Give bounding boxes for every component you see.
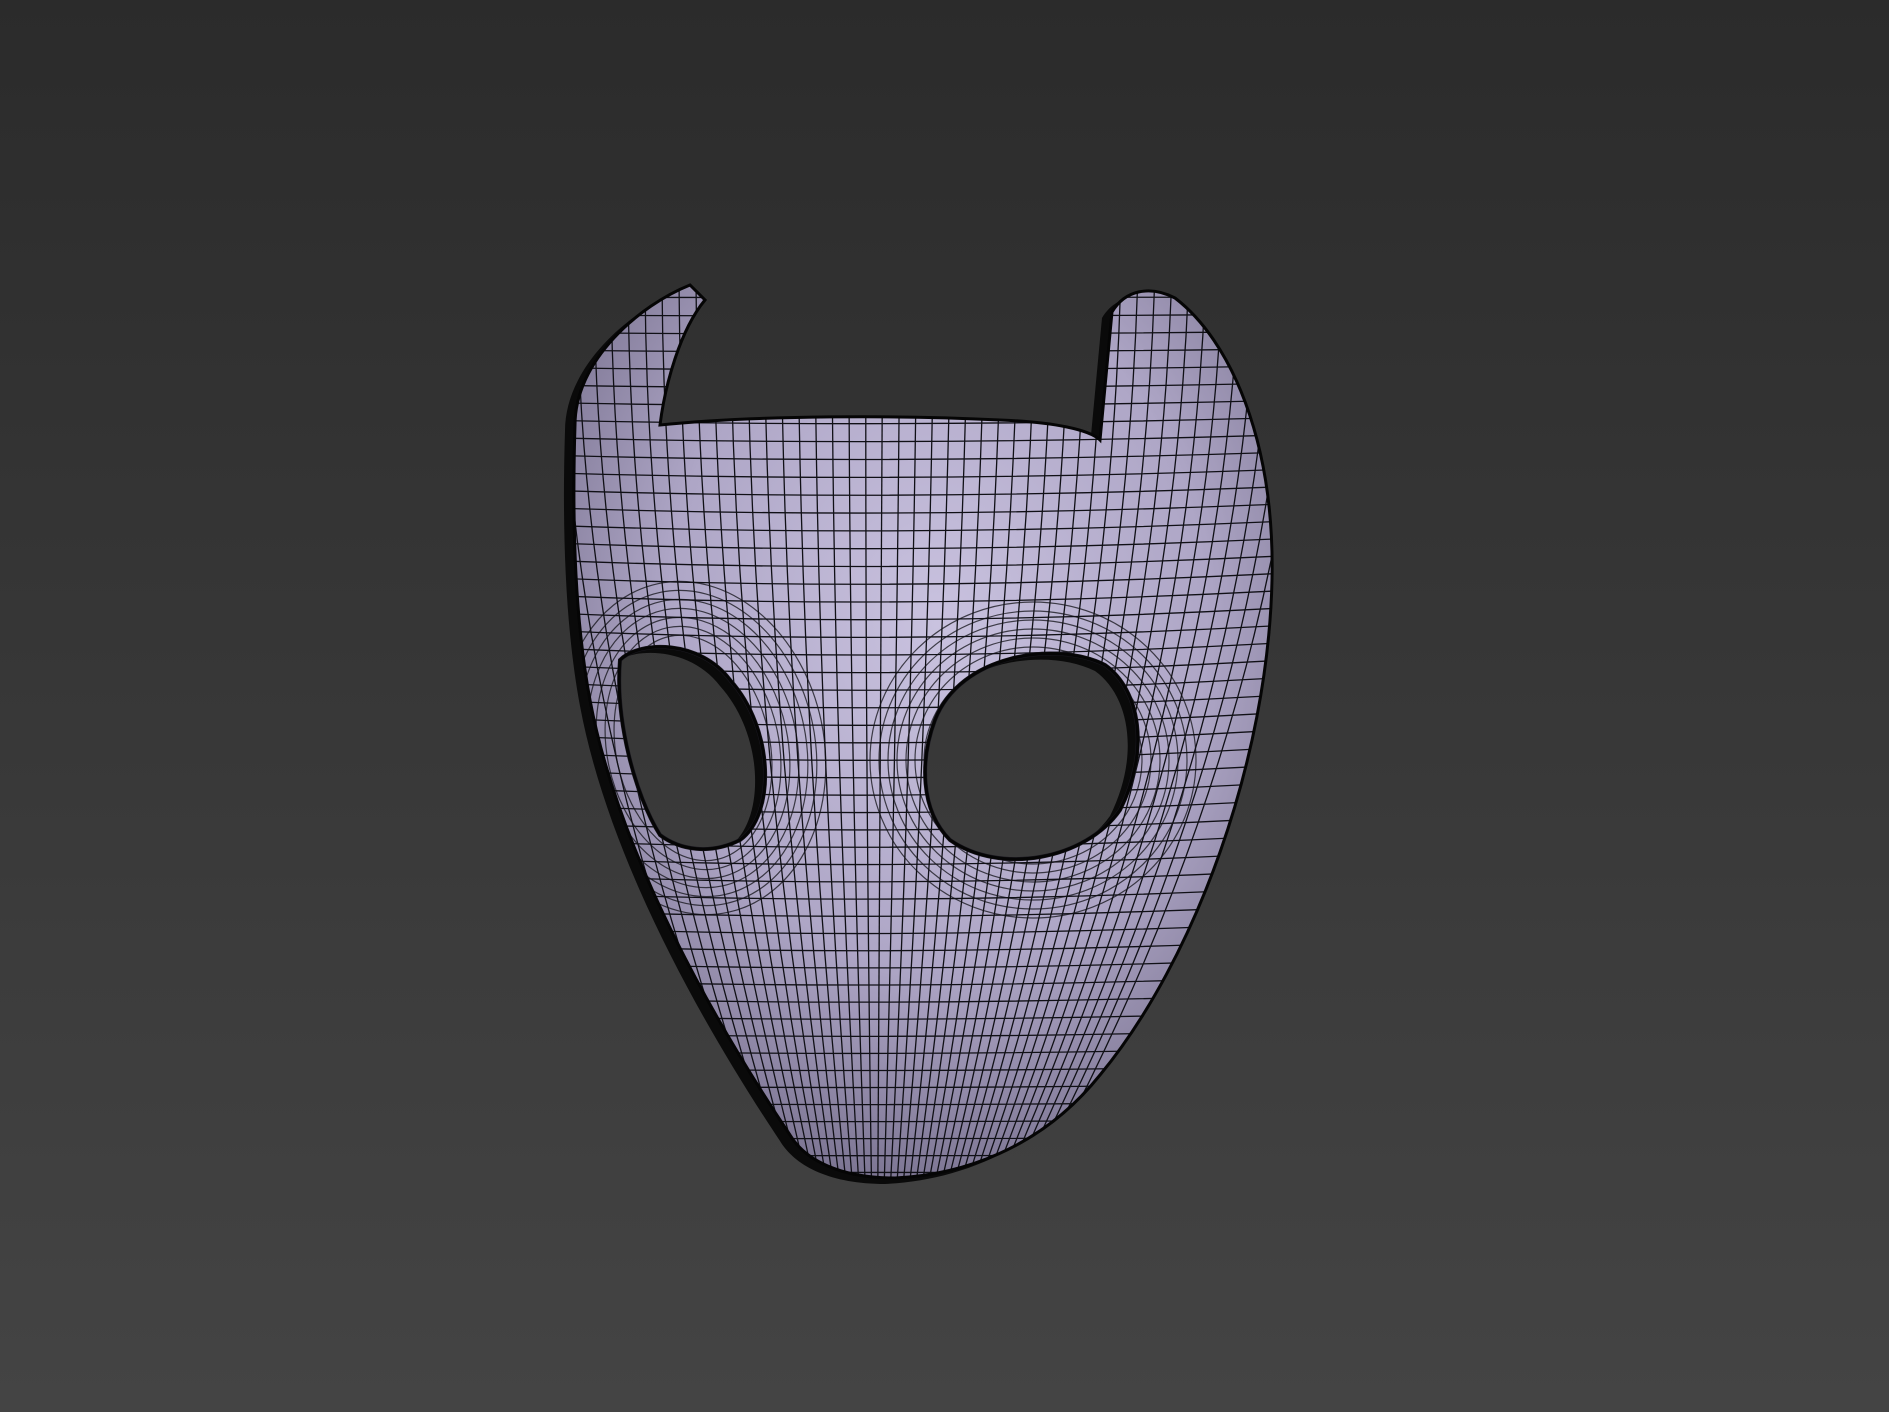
mask-model[interactable] [0, 0, 1889, 1412]
wire-edge [573, 296, 1273, 299]
3d-viewport[interactable] [0, 0, 1889, 1412]
